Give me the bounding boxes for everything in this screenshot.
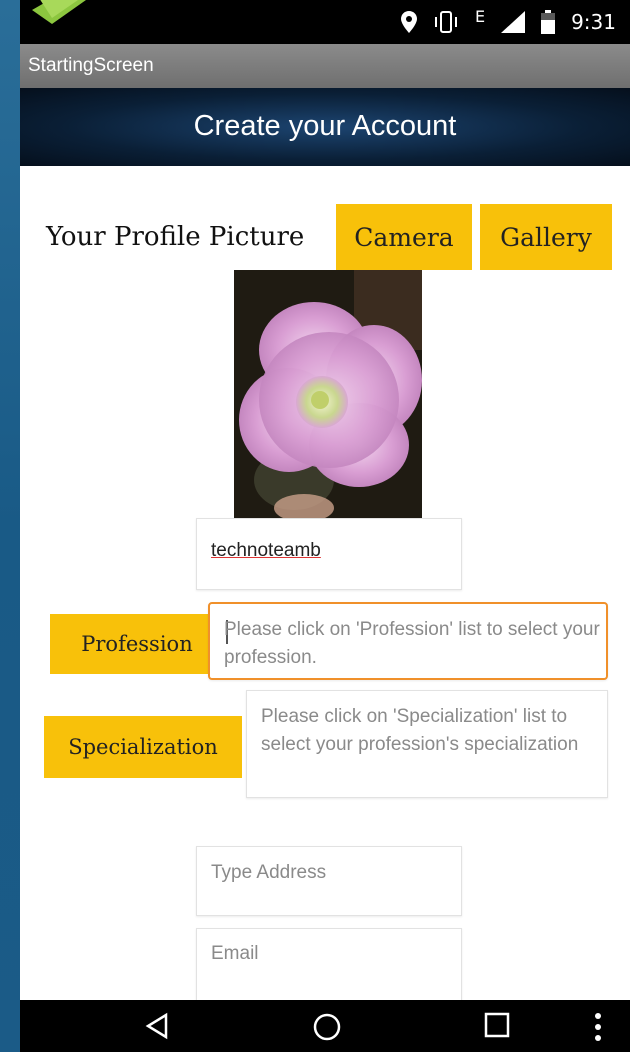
vibrate-icon <box>434 11 457 33</box>
profession-placeholder: Please click on 'Profession' list to sel… <box>224 619 600 668</box>
email-input[interactable]: Email <box>196 928 462 1002</box>
phone-screen: E 9:31 StartingScreen Create your Accoun… <box>20 0 630 1052</box>
profession-button[interactable]: Profession <box>50 614 224 674</box>
clock: 9:31 <box>571 10 616 34</box>
location-icon <box>400 11 417 33</box>
profile-picture-label: Your Profile Picture <box>46 222 305 252</box>
home-icon[interactable] <box>312 1012 342 1042</box>
camera-button[interactable]: Camera <box>336 204 472 270</box>
decorative-arrow-icon <box>32 0 86 24</box>
pink-flower-photo <box>234 270 422 518</box>
navigation-bar <box>20 1000 630 1052</box>
overflow-menu-icon[interactable] <box>594 1012 602 1042</box>
specialization-placeholder: Please click on 'Specialization' list to… <box>261 706 579 755</box>
status-bar: E 9:31 <box>20 0 630 44</box>
page-title: Create your Account <box>193 110 457 142</box>
battery-icon <box>541 10 556 34</box>
app-title-bar: StartingScreen <box>20 44 630 88</box>
back-icon[interactable] <box>144 1012 170 1040</box>
address-input[interactable]: Type Address <box>196 846 462 916</box>
header-banner: Create your Account <box>20 88 630 166</box>
recents-icon[interactable] <box>484 1012 510 1038</box>
app-title: StartingScreen <box>28 55 154 76</box>
network-type-label: E <box>474 6 486 26</box>
slide-background <box>0 0 20 1052</box>
signal-icon <box>501 11 526 33</box>
gallery-button[interactable]: Gallery <box>480 204 612 270</box>
username-field[interactable]: technoteamb <box>196 518 462 590</box>
specialization-field[interactable]: Please click on 'Specialization' list to… <box>246 690 608 798</box>
specialization-button[interactable]: Specialization <box>44 716 242 778</box>
profile-photo[interactable] <box>234 270 422 518</box>
profession-field[interactable]: Please click on 'Profession' list to sel… <box>208 602 608 680</box>
username-value: technoteamb <box>211 540 321 561</box>
address-placeholder: Type Address <box>211 862 327 883</box>
email-placeholder: Email <box>211 943 259 964</box>
